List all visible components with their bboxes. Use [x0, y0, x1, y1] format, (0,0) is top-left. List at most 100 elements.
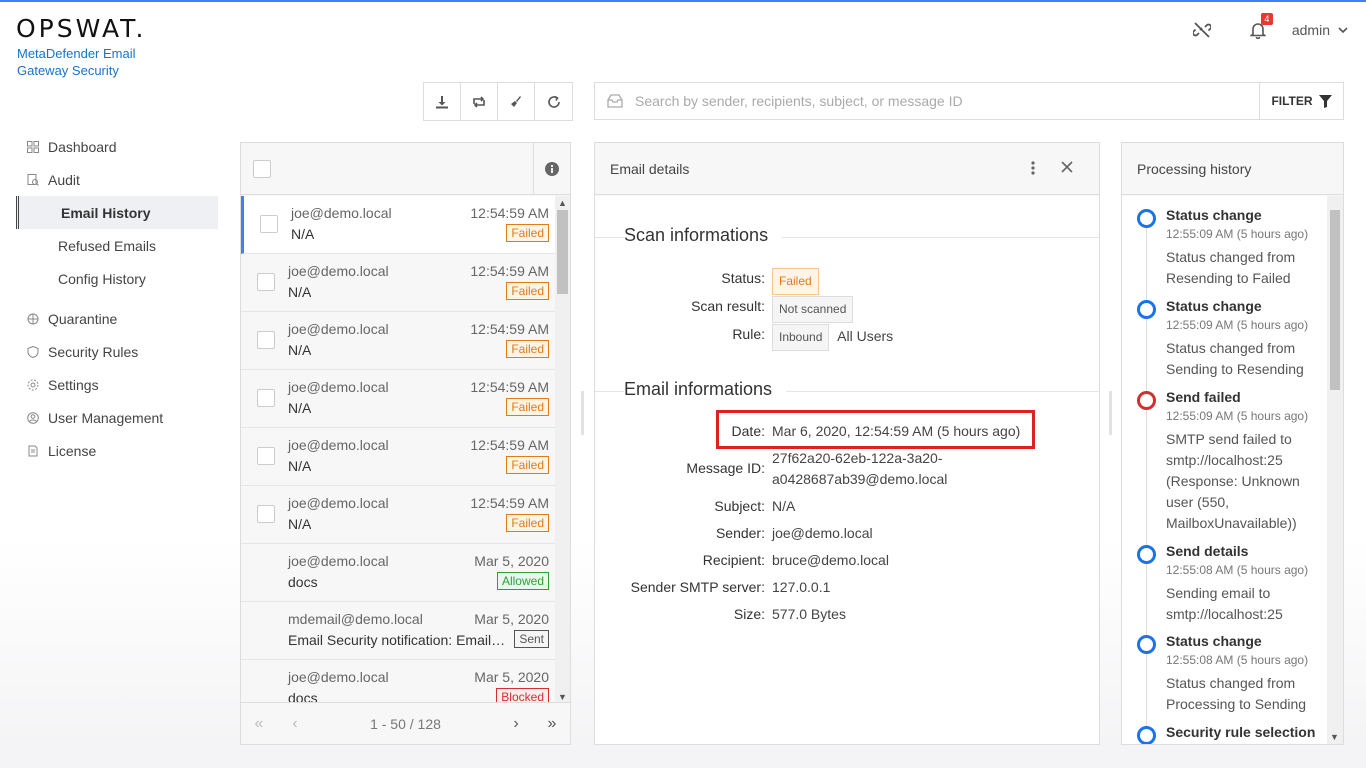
- email-list: joe@demo.local 12:54:59 AM N/A Failed joe@de…: [241, 196, 557, 704]
- row-checkbox[interactable]: [257, 389, 275, 407]
- splitter-handle[interactable]: [1109, 391, 1112, 435]
- table-row[interactable]: joe@demo.local 12:54:59 AM N/A Failed: [241, 196, 557, 254]
- table-row[interactable]: mdemail@demo.local Mar 5, 2020 Email Secur…: [241, 602, 557, 660]
- sidebar-item-audit[interactable]: Audit: [16, 163, 218, 196]
- size-label: Size:: [733, 606, 765, 622]
- table-row[interactable]: joe@demo.local 12:54:59 AM N/A Failed: [241, 370, 557, 428]
- row-checkbox[interactable]: [257, 273, 275, 291]
- download-button[interactable]: [424, 83, 461, 120]
- user-menu[interactable]: admin: [1292, 22, 1348, 38]
- event-description: Status changed from Sending to Resending: [1166, 340, 1304, 377]
- splitter-handle[interactable]: [581, 391, 584, 435]
- row-sender: joe@demo.local: [288, 495, 389, 511]
- more-vertical-icon[interactable]: [1031, 161, 1035, 175]
- last-page-icon[interactable]: »: [534, 715, 570, 733]
- table-row[interactable]: joe@demo.local Mar 5, 2020 docs Allowed: [241, 544, 557, 602]
- details-title: Email details: [610, 160, 690, 177]
- event-title: Security rule selection: [1166, 724, 1316, 740]
- row-sender: mdemail@demo.local: [288, 611, 423, 627]
- cleanup-button[interactable]: [498, 83, 535, 120]
- row-time: Mar 5, 2020: [474, 611, 549, 627]
- event-time: 12:55:08 AM (5 hours ago): [1166, 653, 1309, 667]
- table-row[interactable]: joe@demo.local 12:54:59 AM N/A Failed: [241, 312, 557, 370]
- event-title: Send details: [1166, 543, 1249, 559]
- date-highlight-box: [716, 410, 1035, 449]
- header-actions: 4 admin: [1190, 13, 1348, 42]
- row-sender: joe@demo.local: [288, 669, 389, 685]
- scrollbar-thumb[interactable]: [557, 210, 568, 294]
- scan-result-label: Scan result:: [691, 298, 765, 314]
- row-checkbox[interactable]: [257, 505, 275, 523]
- sidebar-item-email-history[interactable]: Email History: [16, 196, 218, 229]
- row-time: 12:54:59 AM: [470, 437, 549, 453]
- event-time: 12:55:09 AM (5 hours ago): [1166, 409, 1309, 423]
- sidebar-item-label: Quarantine: [48, 310, 118, 327]
- sidebar-item-license[interactable]: License: [16, 434, 218, 467]
- sidebar-item-security-rules[interactable]: Security Rules: [16, 335, 218, 368]
- refresh-icon: [547, 95, 560, 108]
- scroll-up-icon[interactable]: ▲: [557, 198, 568, 208]
- chevron-down-icon: [1338, 27, 1348, 34]
- status-badge: Failed: [506, 398, 549, 416]
- status-badge: Failed: [506, 456, 549, 474]
- next-page-icon[interactable]: ›: [498, 715, 534, 733]
- row-checkbox[interactable]: [257, 447, 275, 465]
- shield-icon: [26, 345, 40, 359]
- table-row[interactable]: joe@demo.local 12:54:59 AM N/A Failed: [241, 486, 557, 544]
- timeline-dot-icon: [1137, 391, 1156, 410]
- status-badge: Failed: [506, 282, 549, 300]
- timeline-dot-icon: [1137, 635, 1156, 654]
- resend-button[interactable]: [461, 83, 498, 120]
- sidebar-item-quarantine[interactable]: Quarantine: [16, 302, 218, 335]
- scroll-down-icon[interactable]: ▼: [1330, 732, 1339, 742]
- table-row[interactable]: joe@demo.local 12:54:59 AM N/A Failed: [241, 254, 557, 312]
- row-time: Mar 5, 2020: [474, 669, 549, 685]
- row-checkbox[interactable]: [260, 215, 278, 233]
- sidebar-item-refused-emails[interactable]: Refused Emails: [16, 229, 218, 262]
- envelope-icon: [595, 94, 635, 108]
- gear-icon: [26, 378, 40, 392]
- refresh-button[interactable]: [535, 83, 572, 120]
- info-button[interactable]: [533, 143, 570, 195]
- prev-page-icon[interactable]: ‹: [277, 715, 313, 733]
- row-subject: Email Security notification: Email Block…: [288, 632, 508, 648]
- rule-users: All Users: [837, 328, 894, 344]
- filter-button[interactable]: FILTER: [1259, 83, 1343, 119]
- list-header: [241, 143, 570, 195]
- product-name: MetaDefender Email Gateway Security: [17, 46, 136, 78]
- scroll-down-icon[interactable]: ▼: [557, 692, 568, 702]
- row-subject: N/A: [288, 284, 312, 300]
- row-sender: joe@demo.local: [288, 437, 389, 453]
- email-list-panel: joe@demo.local 12:54:59 AM N/A Failed joe@de…: [240, 142, 571, 745]
- row-sender: joe@demo.local: [288, 321, 389, 337]
- close-icon[interactable]: [1061, 161, 1073, 173]
- row-time: Mar 5, 2020: [474, 553, 549, 569]
- disconnect-icon[interactable]: [1190, 18, 1214, 42]
- row-time: 12:54:59 AM: [470, 205, 549, 221]
- history-timeline: Status change 12:55:09 AM (5 hours ago) St…: [1122, 196, 1328, 744]
- row-checkbox[interactable]: [257, 331, 275, 349]
- history-scrollbar[interactable]: ▼: [1327, 196, 1343, 744]
- sidebar-item-settings[interactable]: Settings: [16, 368, 218, 401]
- bell-icon[interactable]: 4: [1246, 13, 1273, 42]
- info-icon: [545, 162, 559, 176]
- smtp-label: Sender SMTP server:: [630, 579, 765, 595]
- scrollbar-thumb[interactable]: [1330, 210, 1340, 390]
- row-time: 12:54:59 AM: [470, 263, 549, 279]
- search-input[interactable]: [635, 93, 1259, 109]
- table-row[interactable]: joe@demo.local Mar 5, 2020 docs Blocked: [241, 660, 557, 704]
- sidebar-item-config-history[interactable]: Config History: [16, 262, 218, 295]
- table-row[interactable]: joe@demo.local 12:54:59 AM N/A Failed: [241, 428, 557, 486]
- row-sender: joe@demo.local: [288, 263, 389, 279]
- retweet-icon: [473, 95, 485, 108]
- sidebar-item-dashboard[interactable]: Dashboard: [16, 130, 218, 163]
- list-scrollbar[interactable]: ▲ ▼: [555, 196, 570, 704]
- sidebar-item-user-management[interactable]: User Management: [16, 401, 218, 434]
- select-all-checkbox[interactable]: [253, 159, 271, 178]
- first-page-icon[interactable]: «: [241, 715, 277, 733]
- event-time: 12:55:09 AM (5 hours ago): [1166, 318, 1309, 332]
- dashboard-icon: [26, 140, 40, 154]
- event-time: 12:55:08 AM (5 hours ago): [1166, 563, 1309, 577]
- message-id-line: 27f62a20-62eb-122a-3a20-: [772, 450, 943, 466]
- notification-badge: 4: [1260, 13, 1273, 25]
